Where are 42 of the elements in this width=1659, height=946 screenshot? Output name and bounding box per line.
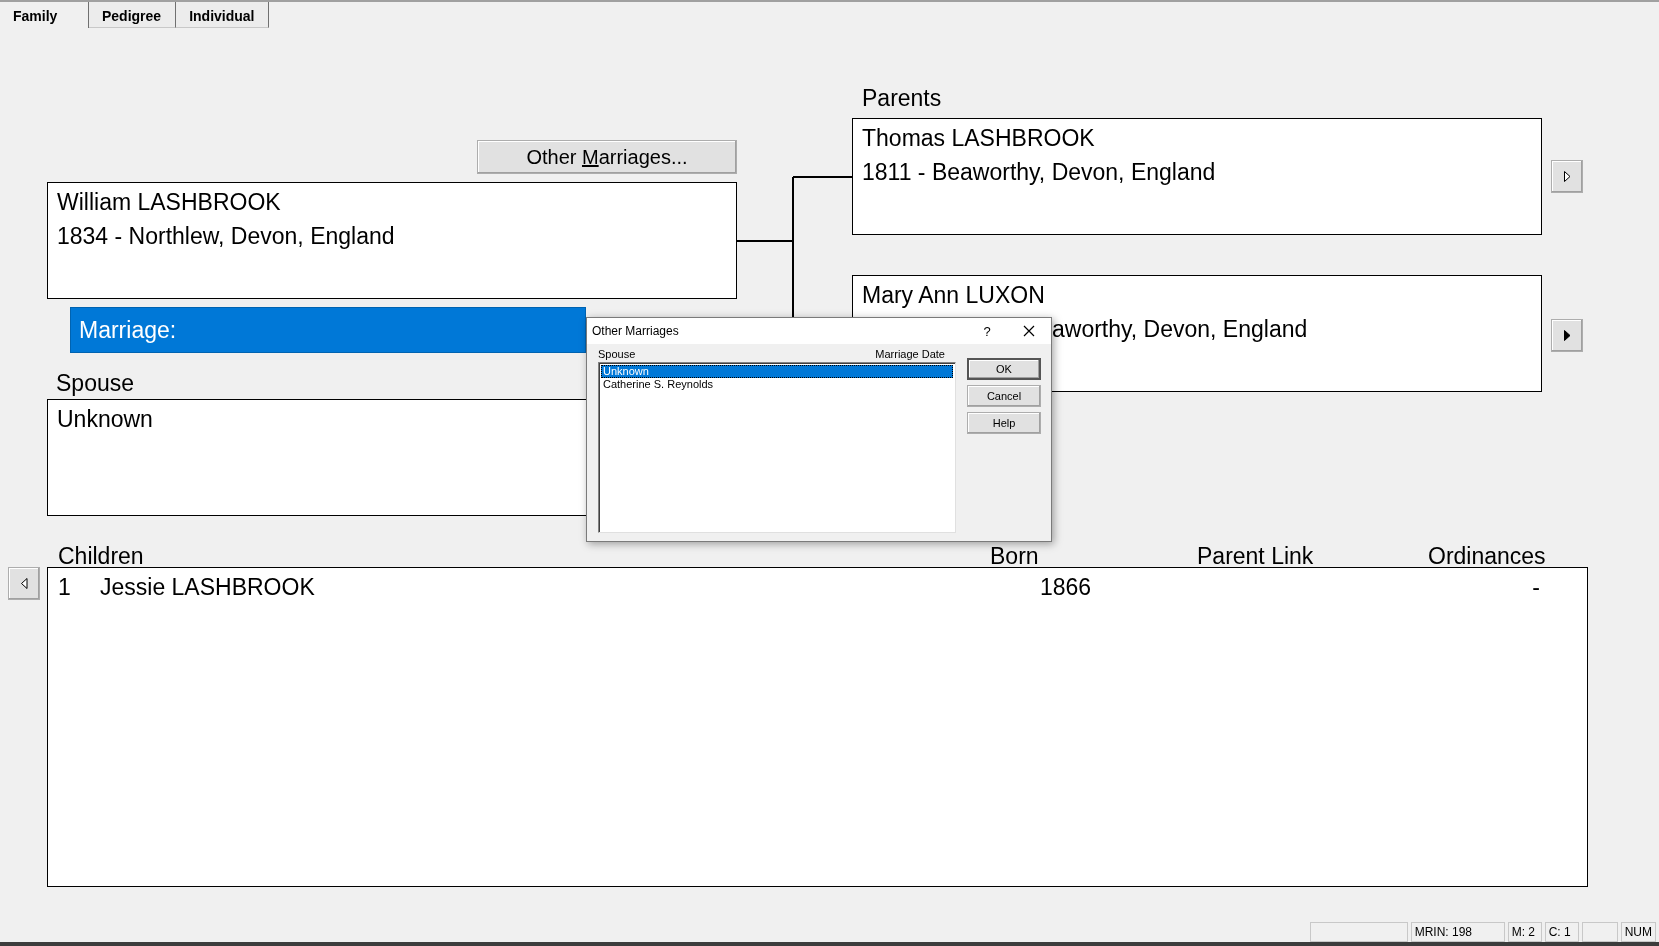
person-details: 1834 - Northlew, Devon, England (57, 222, 395, 250)
column-header: Born (990, 545, 1040, 567)
column-header: Ordinances (1428, 545, 1547, 567)
spouse-label: Spouse (56, 369, 134, 397)
dialog-button[interactable]: OK (967, 358, 1041, 380)
dialog-button[interactable]: Help (967, 412, 1041, 434)
other-marriages-button[interactable]: Other Marriages... (477, 140, 737, 174)
status-panel: C: 1 (1544, 922, 1579, 942)
children-label: Children (58, 545, 145, 567)
back-button[interactable] (8, 567, 40, 600)
tab[interactable]: Individual (176, 2, 270, 28)
close-icon (1023, 325, 1035, 337)
dialog-title: Other Marriages (592, 324, 680, 338)
right-triangle-icon (1563, 171, 1571, 182)
list-item[interactable]: Unknown (601, 365, 953, 378)
status-panel: MRIN: 198 (1410, 922, 1505, 942)
person-details: 1811 - Beaworthy, Devon, England (862, 158, 1216, 186)
person-box[interactable]: William LASHBROOK 1834 - Northlew, Devon, England (47, 182, 737, 299)
parents-label: Parents (862, 84, 942, 112)
child-ordinances: - (1531, 573, 1540, 601)
column-header: Marriage Date (875, 348, 945, 362)
person-box[interactable]: Thomas LASHBROOK 1811 - Beaworthy, Devon, England (852, 118, 1542, 235)
child-number: 1 (58, 573, 72, 601)
column-header: Spouse (598, 348, 636, 362)
status-panel: M: 2 (1507, 922, 1542, 942)
marriage-field[interactable]: Marriage: (70, 307, 586, 353)
column-header: Parent Link (1197, 545, 1315, 567)
person-name: Thomas LASHBROOK (862, 124, 1095, 152)
tab[interactable]: Pedigree (89, 2, 177, 28)
person-name: Mary Ann LUXON (862, 281, 1045, 309)
dialog-button[interactable]: Cancel (967, 385, 1041, 407)
right-triangle-icon (1563, 330, 1571, 341)
left-triangle-icon (20, 578, 28, 589)
status-panel (1581, 922, 1618, 942)
person-name: William LASHBROOK (57, 188, 281, 216)
next-button[interactable] (1551, 319, 1583, 352)
help-button[interactable]: ? (967, 323, 1007, 339)
person-name: Unknown (57, 405, 153, 433)
child-born: 1866 (1040, 573, 1093, 601)
status-panel: NUM (1620, 922, 1656, 942)
child-name[interactable]: Jessie LASHBROOK (100, 573, 1040, 601)
person-details: aworthy, Devon, England (1052, 315, 1308, 343)
